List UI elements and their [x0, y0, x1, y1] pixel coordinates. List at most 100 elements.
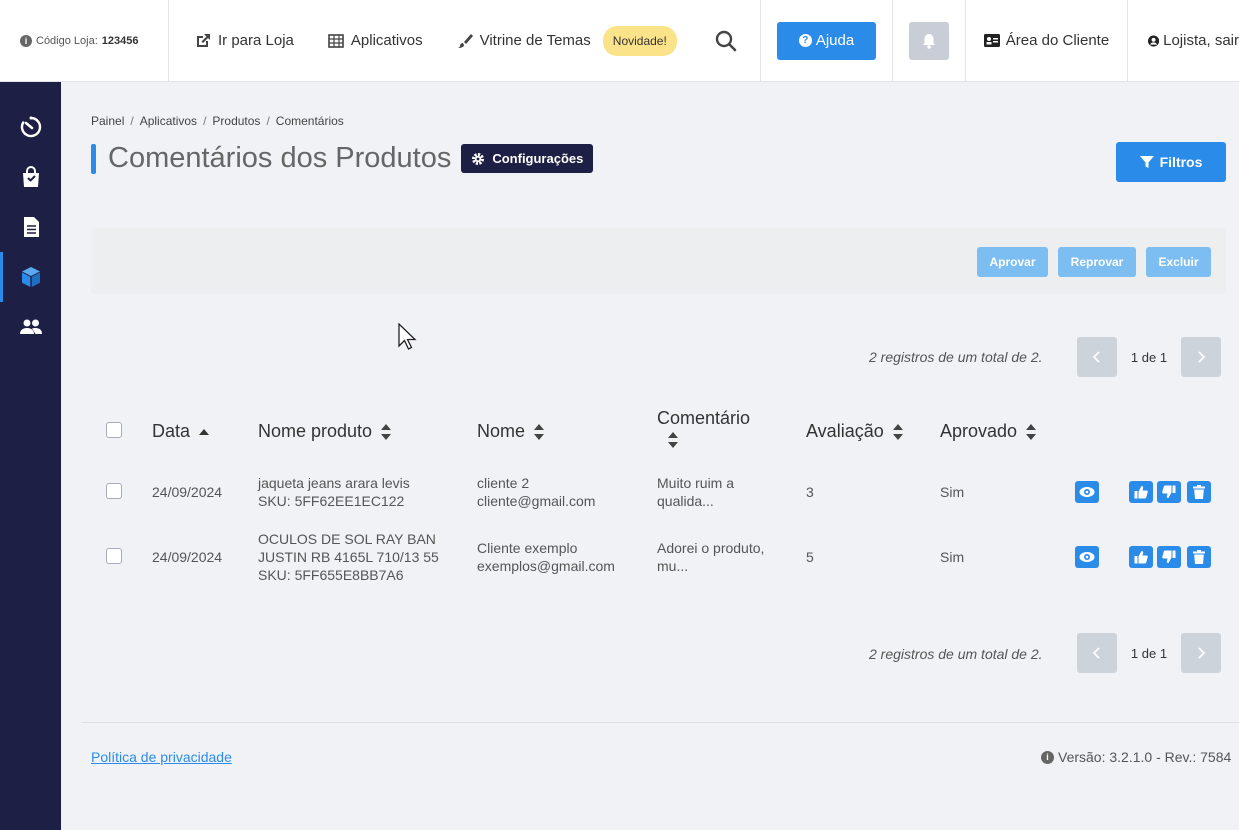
dashboard-timer-icon: [20, 116, 41, 138]
column-header-date[interactable]: Data: [152, 421, 210, 442]
sidebar: [0, 82, 61, 830]
select-all-checkbox[interactable]: [106, 422, 122, 438]
cell-product: jaqueta jeans arara levis SKU: 5FF62EE1E…: [258, 474, 410, 510]
cell-date: 24/09/2024: [152, 484, 223, 500]
chevron-left-icon: [1093, 647, 1100, 659]
go-to-store-label: Ir para Loja: [218, 32, 294, 49]
reject-row-button[interactable]: [1157, 546, 1181, 568]
chevron-right-icon: [1198, 351, 1205, 363]
cell-comment: Muito ruim a qualida...: [657, 474, 734, 510]
next-page-button[interactable]: [1181, 633, 1221, 673]
sort-asc-icon: [199, 428, 210, 435]
column-header-approved[interactable]: Aprovado: [940, 421, 1037, 442]
chevron-left-icon: [1093, 351, 1100, 363]
apps-link[interactable]: Aplicativos: [328, 32, 423, 49]
column-header-rating[interactable]: Avaliação: [806, 421, 904, 442]
users-icon: [19, 319, 42, 334]
chevron-right-icon: [1198, 647, 1205, 659]
go-to-store-link[interactable]: Ir para Loja: [195, 32, 294, 49]
filters-label: Filtros: [1159, 154, 1203, 170]
info-icon: i: [1041, 750, 1054, 764]
question-icon: ?: [798, 34, 812, 47]
help-cell: ? Ajuda: [761, 0, 893, 82]
settings-button[interactable]: Configurações: [461, 144, 594, 173]
sort-icon: [668, 432, 678, 448]
external-link-icon: [197, 33, 210, 47]
client-area-link[interactable]: Área do Cliente: [966, 0, 1128, 82]
document-icon: [23, 217, 39, 237]
customer-email: cliente@gmail.com: [477, 493, 596, 509]
cell-rating: 3: [806, 484, 814, 500]
column-label: Comentário: [657, 408, 751, 428]
apps-label: Aplicativos: [350, 32, 423, 49]
top-nav: Ir para Loja Aplicativos Vitrine de Tema…: [169, 0, 761, 82]
breadcrumb-item-products[interactable]: Produtos: [212, 114, 260, 128]
shopping-bag-icon: [22, 166, 39, 187]
breadcrumb-item-panel[interactable]: Painel: [91, 114, 124, 128]
breadcrumb-item-apps[interactable]: Aplicativos: [140, 114, 197, 128]
sidebar-item-orders[interactable]: [0, 152, 61, 202]
filters-button[interactable]: Filtros: [1116, 142, 1226, 182]
version-label: Versão: 3.2.1.0 - Rev.: 7584: [1058, 749, 1232, 765]
approve-button[interactable]: Aprovar: [977, 247, 1048, 277]
thumbs-down-icon: [1162, 550, 1176, 563]
view-button[interactable]: [1075, 481, 1099, 503]
sidebar-item-products[interactable]: [0, 252, 61, 302]
cell-customer: Cliente exemplo exemplos@gmail.com: [477, 539, 615, 575]
themes-link[interactable]: Vitrine de Temas: [457, 32, 591, 49]
footer-divider: [81, 722, 1239, 723]
approve-row-button[interactable]: [1129, 481, 1153, 503]
column-label: Nome: [477, 421, 526, 441]
search-icon[interactable]: [715, 30, 737, 52]
store-code-label: Código Loja:: [36, 34, 98, 47]
sort-icon: [381, 423, 392, 440]
column-header-name[interactable]: Nome: [477, 421, 545, 442]
approve-row-button[interactable]: [1129, 546, 1153, 568]
prev-page-button[interactable]: [1077, 633, 1117, 673]
pagination-bottom: 1 de 1: [1077, 633, 1221, 673]
cell-comment: Adorei o produto, mu...: [657, 539, 764, 575]
page-indicator: 1 de 1: [1130, 349, 1168, 365]
delete-button[interactable]: Excluir: [1146, 247, 1211, 277]
user-logout-link[interactable]: Lojista, sair: [1128, 0, 1239, 82]
reject-button[interactable]: Reprovar: [1058, 247, 1136, 277]
notifications-button[interactable]: [909, 21, 949, 60]
pagination-top: 1 de 1: [1077, 337, 1221, 377]
cell-approved: Sim: [940, 484, 965, 500]
title-row: Comentários dos Produtos Configurações: [91, 142, 594, 175]
help-button[interactable]: ? Ajuda: [777, 21, 876, 60]
bell-icon: [923, 33, 935, 49]
next-page-button[interactable]: [1181, 337, 1221, 377]
records-info: 2 registros de um total de 2.: [869, 349, 1043, 365]
row-checkbox[interactable]: [106, 548, 122, 564]
thumbs-down-icon: [1162, 485, 1176, 498]
row-checkbox[interactable]: [106, 483, 122, 499]
column-label: Avaliação: [806, 421, 884, 441]
column-label: Nome produto: [258, 421, 373, 441]
eye-icon: [1079, 487, 1095, 497]
notifications-cell: [893, 0, 966, 82]
mouse-cursor-icon: [398, 323, 417, 350]
sidebar-item-content[interactable]: [0, 202, 61, 252]
prev-page-button[interactable]: [1077, 337, 1117, 377]
column-header-comment[interactable]: Comentário: [657, 408, 750, 449]
sidebar-item-dashboard[interactable]: [0, 102, 61, 152]
breadcrumb-separator: /: [266, 114, 270, 128]
comment-line: mu...: [657, 558, 689, 574]
delete-row-button[interactable]: [1187, 546, 1211, 568]
main-content: Painel / Aplicativos / Produtos / Coment…: [61, 82, 1239, 830]
comment-line: qualida...: [657, 493, 714, 509]
comment-line: Adorei o produto,: [657, 540, 765, 556]
delete-row-button[interactable]: [1187, 481, 1211, 503]
view-button[interactable]: [1075, 546, 1099, 568]
sidebar-item-customers[interactable]: [0, 302, 61, 352]
privacy-policy-link[interactable]: Política de privacidade: [91, 749, 232, 765]
column-header-product[interactable]: Nome produto: [258, 421, 392, 442]
reject-row-button[interactable]: [1157, 481, 1181, 503]
filter-icon: [1139, 156, 1154, 168]
brush-icon: [457, 33, 473, 48]
store-code: i Código Loja: 123456: [0, 0, 169, 82]
records-info: 2 registros de um total de 2.: [869, 646, 1043, 662]
customer-name: Cliente exemplo: [477, 540, 578, 556]
breadcrumb-separator: /: [203, 114, 207, 128]
